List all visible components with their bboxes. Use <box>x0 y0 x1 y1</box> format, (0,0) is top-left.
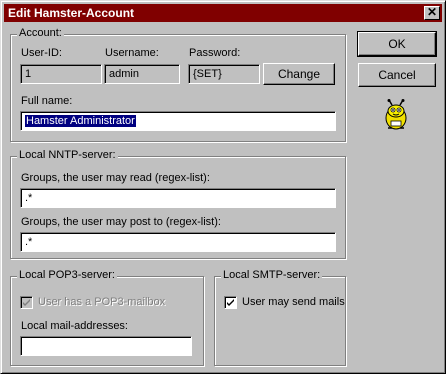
nntp-read-field[interactable]: .* <box>20 188 336 208</box>
account-group: Account: User-ID: 1 Username: admin Pass… <box>10 27 346 142</box>
dialog-window: Edit Hamster-Account ✕ Account: User-ID:… <box>0 0 446 374</box>
fullname-value: Hamster Administrator <box>25 115 136 127</box>
close-icon: ✕ <box>426 5 438 19</box>
smtp-send-label: User may send mails <box>242 296 345 308</box>
pop3-group: Local POP3-server: User has a POP3-mailb… <box>10 269 204 366</box>
hamster-mascot-icon <box>385 99 407 130</box>
change-label: Change <box>277 67 321 81</box>
pop3-mailbox-label: User has a POP3-mailbox <box>38 296 166 308</box>
username-field: admin <box>104 64 180 84</box>
userid-field: 1 <box>20 64 102 84</box>
smtp-group: Local SMTP-server: User may send mails <box>214 269 346 366</box>
password-field: {SET} <box>188 64 260 84</box>
nntp-read-label: Groups, the user may read (regex-list): <box>21 172 210 184</box>
cancel-button[interactable]: Cancel <box>358 63 436 87</box>
mail-addresses-field[interactable] <box>20 336 192 356</box>
title-bar[interactable]: Edit Hamster-Account ✕ <box>4 4 442 22</box>
checkmark-icon <box>23 299 30 306</box>
smtp-legend: Local SMTP-server: <box>221 269 323 281</box>
cancel-label: Cancel <box>378 68 416 82</box>
close-button[interactable]: ✕ <box>424 6 440 20</box>
nntp-group: Local NNTP-server: Groups, the user may … <box>10 149 346 259</box>
pop3-mailbox-checkbox[interactable] <box>20 296 33 309</box>
username-label: Username: <box>105 47 159 59</box>
nntp-post-label: Groups, the user may post to (regex-list… <box>21 216 221 228</box>
fullname-field[interactable]: Hamster Administrator <box>20 111 336 131</box>
account-legend: Account: <box>17 27 64 39</box>
checkmark-icon <box>227 299 234 306</box>
nntp-legend: Local NNTP-server: <box>17 149 118 161</box>
nntp-post-field[interactable]: .* <box>20 232 336 252</box>
userid-label: User-ID: <box>21 47 62 59</box>
ok-label: OK <box>388 37 406 51</box>
pop3-legend: Local POP3-server: <box>17 269 117 281</box>
smtp-send-checkbox[interactable] <box>224 296 237 309</box>
fullname-label: Full name: <box>21 95 73 107</box>
mail-addresses-label: Local mail-addresses: <box>21 320 128 332</box>
password-label: Password: <box>189 47 241 59</box>
change-password-button[interactable]: Change <box>263 63 335 85</box>
window-title: Edit Hamster-Account <box>8 6 135 20</box>
ok-button[interactable]: OK <box>357 31 437 57</box>
